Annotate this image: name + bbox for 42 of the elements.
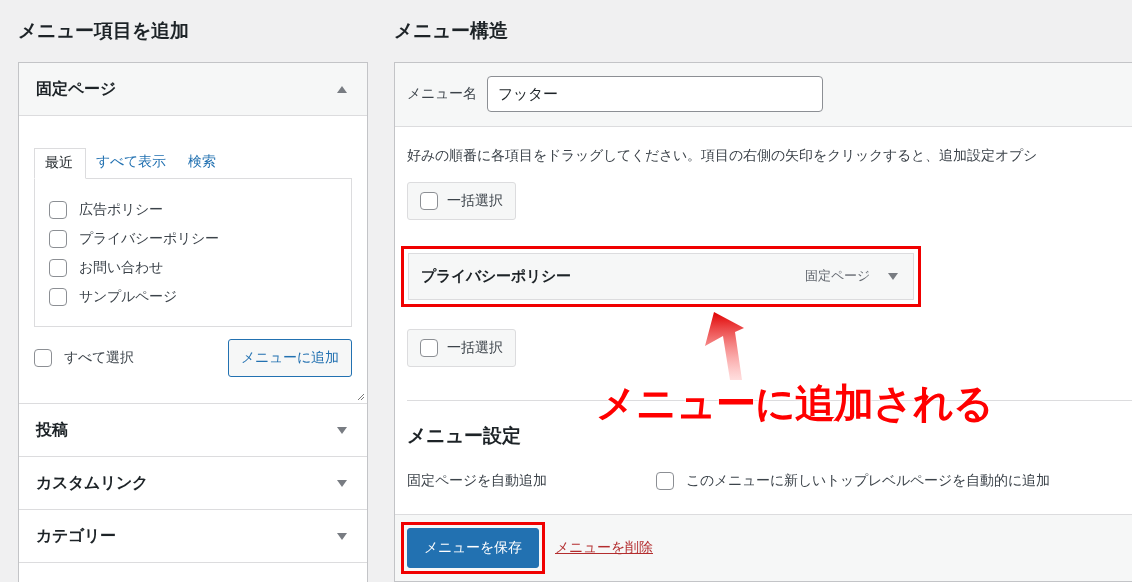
bulk-select-button[interactable]: 一括選択 <box>407 181 516 220</box>
expand-arrow-icon <box>337 426 347 434</box>
checkbox[interactable] <box>34 349 52 367</box>
checkbox[interactable] <box>49 259 67 277</box>
checkbox[interactable] <box>49 288 67 306</box>
checkbox-label: このメニューに新しいトップレベルページを自動的に追加 <box>686 472 1050 491</box>
save-menu-button[interactable]: メニューを保存 <box>407 528 539 568</box>
tab[interactable]: 検索 <box>178 148 228 179</box>
bulk-select-button[interactable]: 一括選択 <box>407 328 516 367</box>
menu-item-title: プライバシーポリシー <box>421 266 572 286</box>
expand-arrow-icon <box>337 532 347 540</box>
delete-menu-link[interactable]: メニューを削除 <box>555 539 653 557</box>
tab[interactable]: すべて表示 <box>86 148 178 179</box>
settings-heading: メニュー設定 <box>407 422 522 448</box>
menu-item[interactable]: プライバシーポリシー 固定ページ <box>408 252 914 300</box>
instruction-text: 好みの順番に各項目をドラッグしてください。項目の右側の矢印をクリックすると、追加設定オプシ <box>407 146 1038 165</box>
accordion-header[interactable]: 固定ページ <box>19 63 367 116</box>
expand-arrow-icon[interactable] <box>888 272 898 280</box>
checkbox-label: 一括選択 <box>447 338 503 357</box>
menu-item-type: 固定ページ <box>805 267 870 286</box>
checkbox[interactable] <box>420 338 438 357</box>
checkbox[interactable] <box>49 201 67 219</box>
section-heading: メニュー項目を追加 <box>18 18 190 43</box>
field-label: メニュー名 <box>407 85 477 104</box>
checkbox[interactable] <box>49 230 67 248</box>
checkbox-label: プライバシーポリシー <box>79 230 219 248</box>
checkbox-label: すべて選択 <box>64 349 134 367</box>
add-to-menu-button[interactable]: メニューに追加 <box>228 339 352 377</box>
checkbox-label: サンプルページ <box>79 288 177 306</box>
tab[interactable]: 最近 <box>34 148 86 179</box>
checkbox[interactable] <box>420 191 438 210</box>
expand-arrow-icon <box>337 479 347 487</box>
resize-handle-icon[interactable] <box>357 393 365 401</box>
setting-label: 固定ページを自動追加 <box>407 472 548 491</box>
checkbox[interactable] <box>656 472 674 491</box>
menu-name-field[interactable]: フッター <box>487 76 823 113</box>
checkbox-label: お問い合わせ <box>79 259 163 277</box>
section-heading: メニュー構造 <box>394 18 509 43</box>
annotation-text: メニューに追加される <box>596 379 993 428</box>
collapse-arrow-icon <box>337 85 347 93</box>
checkbox-label: 広告ポリシー <box>79 201 163 219</box>
checkbox-label: 一括選択 <box>447 191 503 210</box>
